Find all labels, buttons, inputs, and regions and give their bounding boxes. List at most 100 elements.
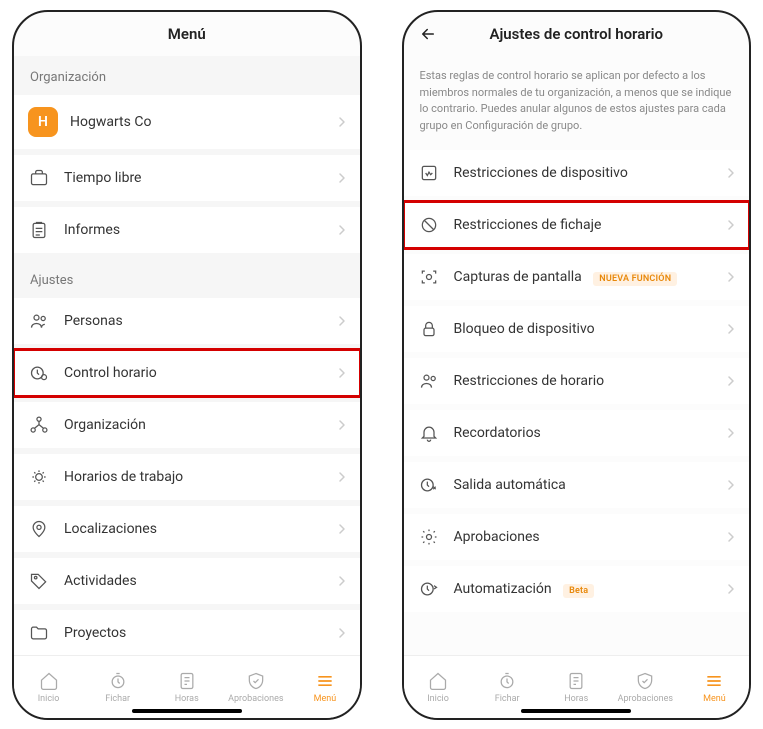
row-capturas-pantalla[interactable]: Capturas de pantalla NUEVA FUNCIÓN: [404, 254, 750, 300]
nav-label: Menú: [314, 694, 337, 704]
row-org[interactable]: H Hogwarts Co: [14, 95, 360, 149]
chevron-right-icon: [338, 419, 346, 431]
row-label: Personas: [64, 313, 338, 329]
screenshot-icon: [418, 266, 440, 288]
row-organizacion[interactable]: Organización: [14, 402, 360, 448]
nav-label: Fichar: [105, 694, 130, 704]
row-automatizacion[interactable]: Automatización Beta: [404, 566, 750, 612]
back-button[interactable]: [418, 24, 438, 44]
row-restricciones-fichaje[interactable]: Restricciones de fichaje: [404, 202, 750, 248]
row-label: Localizaciones: [64, 521, 338, 537]
chevron-right-icon: [338, 575, 346, 587]
chevron-right-icon: [727, 583, 735, 595]
chevron-right-icon: [727, 375, 735, 387]
chevron-right-icon: [338, 471, 346, 483]
row-label: Restricciones de dispositivo: [454, 165, 728, 181]
people-icon: [28, 310, 50, 332]
badge-beta: Beta: [563, 584, 594, 598]
chevron-right-icon: [338, 627, 346, 639]
row-label: Tiempo libre: [64, 170, 338, 186]
chevron-right-icon: [338, 523, 346, 535]
nav-label: Inicio: [38, 694, 60, 704]
row-bloqueo-dispositivo[interactable]: Bloqueo de dispositivo: [404, 306, 750, 352]
row-label: Capturas de pantalla NUEVA FUNCIÓN: [454, 269, 728, 286]
row-tiempo-libre[interactable]: Tiempo libre: [14, 155, 360, 201]
chevron-right-icon: [338, 315, 346, 327]
nav-menu[interactable]: Menú: [290, 656, 359, 718]
org-name: Hogwarts Co: [70, 114, 338, 130]
people-icon: [418, 370, 440, 392]
phone-left: Menú Organización H Hogwarts Co Tiempo l…: [12, 10, 362, 720]
schedule-icon: [28, 466, 50, 488]
chevron-right-icon: [727, 531, 735, 543]
home-indicator: [132, 709, 242, 713]
row-restricciones-dispositivo[interactable]: Restricciones de dispositivo: [404, 150, 750, 196]
chevron-right-icon: [727, 167, 735, 179]
bell-icon: [418, 422, 440, 444]
chevron-right-icon: [727, 427, 735, 439]
nav-label: Fichar: [495, 694, 520, 704]
row-restricciones-horario[interactable]: Restricciones de horario: [404, 358, 750, 404]
automation-icon: [418, 578, 440, 600]
time-tracking-icon: [28, 362, 50, 384]
chevron-right-icon: [338, 224, 346, 236]
nav-menu[interactable]: Menú: [680, 656, 749, 718]
lock-icon: [418, 318, 440, 340]
nav-inicio[interactable]: Inicio: [404, 656, 473, 718]
chevron-right-icon: [338, 116, 346, 128]
nav-label: Menú: [703, 694, 726, 704]
row-label: Restricciones de fichaje: [454, 217, 728, 233]
row-label: Horarios de trabajo: [64, 469, 338, 485]
row-actividades[interactable]: Actividades: [14, 558, 360, 604]
folder-icon: [28, 622, 50, 644]
clipboard-icon: [28, 219, 50, 241]
row-label: Salida automática: [454, 477, 728, 493]
row-label: Proyectos: [64, 625, 338, 641]
phone-right: Ajustes de control horario Estas reglas …: [402, 10, 752, 720]
row-informes[interactable]: Informes: [14, 207, 360, 253]
section-settings-label: Ajustes: [14, 259, 360, 298]
row-label: Bloqueo de dispositivo: [454, 321, 728, 337]
row-horarios-trabajo[interactable]: Horarios de trabajo: [14, 454, 360, 500]
nav-label: Aprobaciones: [618, 694, 673, 704]
chevron-right-icon: [727, 323, 735, 335]
content-left: Organización H Hogwarts Co Tiempo libre …: [14, 56, 360, 655]
home-indicator: [521, 709, 631, 713]
gear-icon: [418, 526, 440, 548]
device-icon: [418, 162, 440, 184]
row-label: Recordatorios: [454, 425, 728, 441]
header-right: Ajustes de control horario: [404, 12, 750, 56]
content-right: Estas reglas de control horario se aplic…: [404, 56, 750, 655]
org-avatar: H: [28, 107, 58, 137]
chevron-right-icon: [338, 172, 346, 184]
nav-label: Aprobaciones: [228, 694, 283, 704]
row-text: Capturas de pantalla: [454, 269, 582, 285]
row-aprobaciones[interactable]: Aprobaciones: [404, 514, 750, 560]
nav-label: Inicio: [427, 694, 449, 704]
row-salida-automatica[interactable]: Salida automática: [404, 462, 750, 508]
row-label: Automatización Beta: [454, 581, 728, 598]
row-label: Control horario: [64, 365, 338, 381]
row-proyectos[interactable]: Proyectos: [14, 610, 360, 655]
nav-label: Horas: [564, 694, 588, 704]
row-localizaciones[interactable]: Localizaciones: [14, 506, 360, 552]
tag-icon: [28, 570, 50, 592]
row-text: Automatización: [454, 581, 552, 597]
row-recordatorios[interactable]: Recordatorios: [404, 410, 750, 456]
row-label: Informes: [64, 222, 338, 238]
header-title: Menú: [168, 25, 206, 43]
chevron-right-icon: [727, 271, 735, 283]
badge-new: NUEVA FUNCIÓN: [593, 272, 677, 286]
location-icon: [28, 518, 50, 540]
row-label: Restricciones de horario: [454, 373, 728, 389]
chevron-right-icon: [727, 219, 735, 231]
row-personas[interactable]: Personas: [14, 298, 360, 344]
network-icon: [28, 414, 50, 436]
row-control-horario[interactable]: Control horario: [14, 350, 360, 396]
header-left: Menú: [14, 12, 360, 56]
nav-inicio[interactable]: Inicio: [14, 656, 83, 718]
header-title: Ajustes de control horario: [489, 25, 663, 43]
section-org-label: Organización: [14, 56, 360, 95]
nav-label: Horas: [175, 694, 199, 704]
block-icon: [418, 214, 440, 236]
